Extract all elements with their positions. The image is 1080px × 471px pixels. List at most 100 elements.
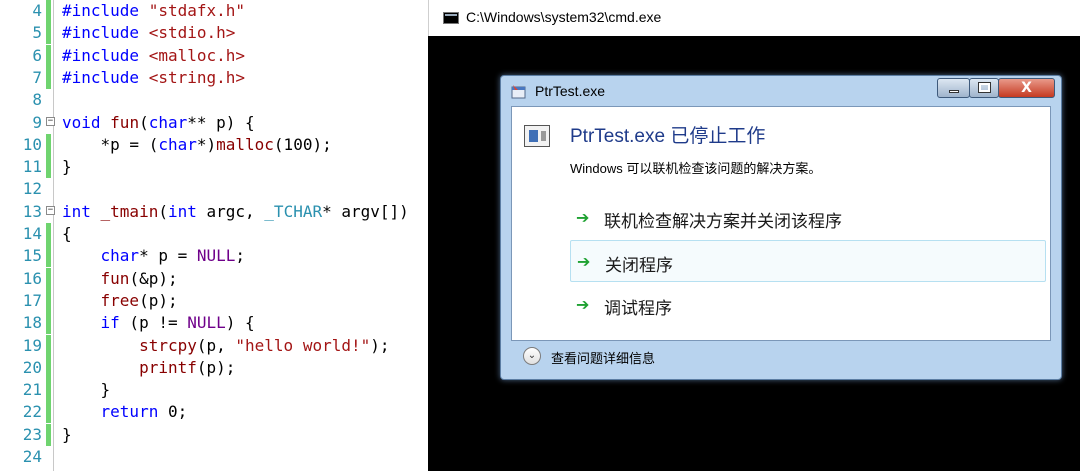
option-label: 调试程序: [604, 299, 672, 318]
change-marker: [46, 22, 51, 45]
change-marker: [46, 423, 51, 446]
code-token: printf: [139, 357, 197, 377]
code-token: (: [158, 201, 168, 221]
code-line[interactable]: 12: [0, 178, 428, 200]
cmd-title-bar[interactable]: C:\Windows\system32\cmd.exe: [428, 0, 1080, 36]
code-token: (&p);: [129, 268, 178, 288]
line-number: 18: [22, 313, 42, 333]
code-token: (p);: [196, 357, 236, 377]
line-number: 5: [32, 23, 42, 43]
code-line[interactable]: 22 return 0;: [0, 401, 428, 424]
code-token: argc,: [206, 201, 265, 221]
code-line[interactable]: 7 #include <string.h>: [0, 66, 428, 89]
fold-toggle-icon[interactable]: −: [46, 205, 55, 215]
line-number: 11: [22, 157, 42, 177]
code-token: * argv[]): [322, 201, 409, 221]
code-text: #include <stdio.h>: [62, 22, 235, 44]
code-line[interactable]: 14 {: [0, 223, 428, 245]
code-token: ) {: [225, 313, 255, 333]
code-line[interactable]: 24: [0, 446, 428, 468]
code-line[interactable]: 20 printf(p);: [0, 356, 428, 379]
code-line[interactable]: 23}: [0, 423, 428, 446]
code-line[interactable]: 16 fun(&p);: [0, 267, 428, 290]
option-debug-program[interactable]: ➔ 调试程序: [570, 284, 1046, 326]
code-line[interactable]: 4 #include "stdafx.h": [0, 0, 428, 22]
code-line[interactable]: 21 }: [0, 379, 428, 402]
dialog-title: PtrTest.exe: [535, 83, 606, 99]
code-token: free: [100, 290, 140, 310]
code-token: <stdio.h>: [148, 23, 236, 43]
code-line[interactable]: 17 free(p);: [0, 289, 428, 312]
code-line[interactable]: 6 #include <malloc.h>: [0, 44, 428, 67]
green-arrow-icon: ➔: [577, 252, 591, 271]
code-token: (p);: [139, 290, 178, 310]
code-text: strcpy(p, "hello world!");: [62, 335, 389, 357]
change-marker: [46, 156, 51, 179]
change-marker: [46, 245, 51, 268]
view-details-link[interactable]: 查看问题详细信息: [551, 348, 655, 367]
code-token: int: [167, 201, 207, 221]
code-token: (100);: [273, 134, 332, 154]
line-number: 8: [32, 90, 42, 110]
code-token: 0;: [158, 402, 188, 422]
code-line[interactable]: 15 char* p = NULL;: [0, 245, 428, 268]
code-line[interactable]: 18 if (p != NULL) {: [0, 312, 428, 335]
app-window-icon: [511, 85, 526, 99]
code-line[interactable]: 10 *p = (char*)malloc(100);: [0, 133, 428, 156]
line-number: 16: [22, 268, 42, 288]
code-text: void fun(char** p) {: [62, 112, 255, 134]
line-number: 15: [22, 246, 42, 266]
code-text: }: [62, 424, 72, 446]
line-number: 9: [32, 112, 42, 132]
line-number: 6: [32, 45, 42, 65]
code-text: }: [62, 156, 72, 178]
code-text: #include <string.h>: [62, 67, 245, 89]
code-token: }: [62, 424, 72, 444]
code-token: fun: [110, 112, 140, 132]
code-token: return: [100, 402, 159, 422]
line-number: 14: [22, 224, 42, 243]
fold-toggle-icon[interactable]: −: [46, 116, 55, 126]
cmd-window-title: C:\Windows\system32\cmd.exe: [466, 9, 662, 25]
code-token: "hello world!": [235, 335, 371, 355]
code-token: <string.h>: [148, 67, 246, 87]
code-line[interactable]: 9− void fun(char** p) {: [0, 112, 428, 134]
change-marker: [46, 267, 51, 290]
code-token: ;: [235, 246, 246, 266]
code-token: if: [100, 313, 120, 333]
code-text: {: [62, 223, 72, 245]
change-marker: [46, 289, 51, 312]
code-line[interactable]: 5 #include <stdio.h>: [0, 22, 428, 45]
code-token: char: [148, 112, 188, 132]
code-token: "stdafx.h": [148, 1, 246, 20]
change-marker: [46, 133, 51, 156]
line-number: 4: [32, 1, 42, 20]
minimize-button[interactable]: [937, 78, 970, 98]
code-token: }: [62, 380, 111, 400]
code-text: fun(&p);: [62, 268, 178, 290]
code-editor[interactable]: 4 #include "stdafx.h" 5 #include <stdio.h> 6…: [0, 0, 428, 471]
code-line[interactable]: 11}: [0, 156, 428, 179]
code-line[interactable]: 19 strcpy(p, "hello world!");: [0, 334, 428, 357]
option-check-online[interactable]: ➔ 联机检查解决方案并关闭该程序: [570, 197, 1046, 239]
change-marker: [46, 44, 51, 67]
code-text: }: [62, 379, 111, 401]
code-text: if (p != NULL) {: [62, 312, 255, 334]
console-icon: [443, 12, 459, 24]
code-token: }: [62, 157, 72, 177]
line-number: 19: [22, 335, 42, 355]
maximize-button[interactable]: [969, 78, 999, 98]
code-token: _TCHAR: [264, 201, 323, 221]
chevron-down-icon[interactable]: ⌄: [523, 347, 541, 365]
code-line[interactable]: 13− int _tmain(int argc, _TCHAR* argv[]): [0, 201, 428, 223]
code-text: *p = (char*)malloc(100);: [62, 134, 332, 156]
close-button[interactable]: X: [998, 78, 1055, 98]
line-number: 21: [22, 380, 42, 400]
code-line[interactable]: 8: [0, 89, 428, 111]
code-token: malloc: [216, 134, 274, 154]
option-close-program[interactable]: ➔ 关闭程序: [570, 240, 1046, 282]
